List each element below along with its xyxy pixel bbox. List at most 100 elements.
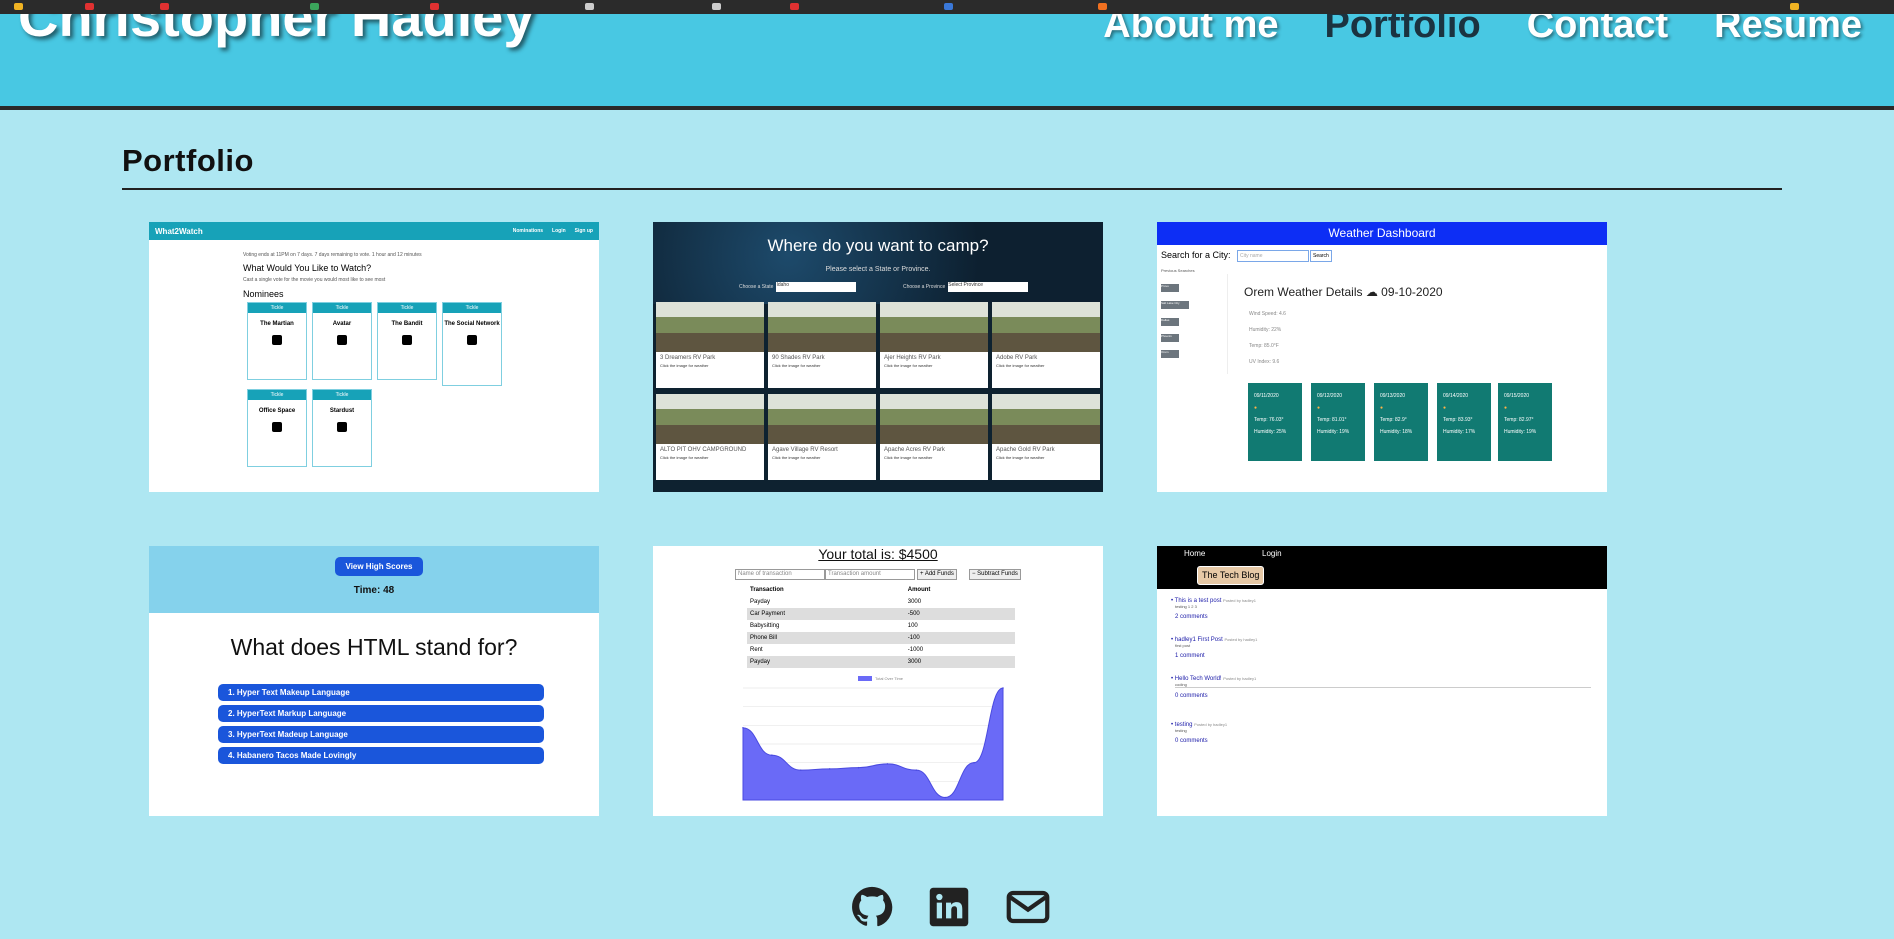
forecast-card: 09/13/2020 ● Temp: 82.9° Humidity: 18%	[1374, 383, 1428, 461]
nominee-card: Tickle Stardust	[312, 389, 372, 467]
quiz-timer: Time: 48	[353, 585, 395, 596]
w2w-nominees-label: Nominees	[243, 289, 284, 299]
budget-area-chart	[742, 687, 1004, 801]
camp-tile: Apache Acres RV Park Click the image for …	[880, 394, 988, 480]
vote-icon	[402, 335, 412, 345]
view-high-scores-button: View High Scores	[335, 557, 423, 576]
project-techblog-thumbnail[interactable]: Home Login The Tech Blog • This is a tes…	[1157, 546, 1607, 816]
chart-point	[886, 763, 889, 765]
weather-details-title: Orem Weather Details ☁ 09-10-2020	[1244, 285, 1443, 299]
table-row: Payday 3000	[747, 656, 1015, 668]
vote-icon	[272, 335, 282, 345]
history-button: Provo	[1161, 284, 1179, 292]
chart-legend: Total Over Time	[858, 676, 903, 681]
linkedin-icon[interactable]	[928, 886, 970, 928]
transactions-table: Transaction Amount Payday 3000 Car Payment…	[747, 584, 1015, 668]
forecast-card: 09/11/2020 ● Temp: 76.03° Humidity: 25%	[1248, 383, 1302, 461]
cloud-icon: ☁	[1365, 285, 1378, 299]
table-row: Payday 3000	[750, 599, 922, 605]
blog-header: Home Login The Tech Blog	[1157, 546, 1607, 589]
nominee-card: Tickle Avatar	[312, 302, 372, 380]
nominee-card: Tickle The Bandit	[377, 302, 437, 380]
blog-post: • Hello Tech World! Posted by hadley1 cod…	[1171, 676, 1591, 699]
table-row: Phone Bill -100	[747, 632, 1015, 644]
nominee-card: Tickle The Social Network	[442, 302, 502, 386]
table-row: Babysitting 100	[750, 623, 918, 629]
vote-icon	[337, 335, 347, 345]
blog-nav-home: Home	[1184, 549, 1206, 558]
chart-point	[1002, 687, 1004, 689]
camp-state-select: Choose a State Idaho	[739, 282, 857, 292]
subtract-funds-button: − Subtract Funds	[969, 569, 1021, 580]
vote-icon	[467, 335, 477, 345]
quiz-answer: 2. HyperText Markup Language	[218, 705, 544, 722]
w2w-brand: What2Watch	[155, 226, 203, 236]
add-funds-button: + Add Funds	[917, 569, 957, 580]
nav-contact[interactable]: Contact	[1527, 14, 1668, 47]
project-what2watch-thumbnail[interactable]: What2Watch Nominations Login Sign up Votin…	[149, 222, 599, 492]
history-button: Dallas	[1161, 318, 1179, 326]
nominee-card: Tickle Office Space	[247, 389, 307, 467]
camp-tile: Adobe RV Park Click the image for weather	[992, 302, 1100, 388]
w2w-nav-nominations: Nominations	[512, 228, 544, 234]
history-button: Salt Lake City	[1161, 301, 1189, 309]
forecast-card: 09/12/2020 ● Temp: 81.01° Humidity: 19%	[1311, 383, 1365, 461]
vote-icon	[337, 422, 347, 432]
blog-logo: The Tech Blog	[1197, 566, 1265, 585]
w2w-heading: What Would You Like to Watch?	[243, 263, 372, 273]
camp-tile: Ajer Heights RV Park Click the image for …	[880, 302, 988, 388]
blog-post: • hadley1 First Post Posted by hadley1 fi…	[1171, 637, 1258, 659]
envelope-icon[interactable]	[1005, 886, 1051, 928]
sun-icon: ●	[1380, 405, 1384, 411]
table-header-row: Transaction Amount	[750, 587, 931, 593]
quiz-question: What does HTML stand for?	[230, 634, 518, 660]
weather-stat: Humidity: 22%	[1249, 327, 1282, 333]
legend-swatch	[858, 676, 872, 681]
site-name[interactable]: Christopher Hadley	[18, 14, 535, 49]
forecast-card: 09/15/2020 ● Temp: 82.97° Humidity: 19%	[1498, 383, 1552, 461]
nav-resume[interactable]: Resume	[1714, 14, 1862, 47]
project-weather-thumbnail[interactable]: Weather Dashboard Search for a City: Cit…	[1157, 222, 1607, 492]
nominee-card: Tickle The Martian	[247, 302, 307, 380]
history-button: Orem	[1161, 350, 1179, 358]
sun-icon: ●	[1317, 405, 1321, 411]
w2w-intro: Voting ends at 11PM on 7 days. 7 days re…	[243, 252, 422, 258]
blog-nav-login: Login	[1262, 549, 1282, 558]
chart-point	[915, 769, 918, 771]
browser-bookmark-strip	[0, 0, 1894, 14]
camp-question: Where do you want to camp?	[767, 236, 989, 255]
forecast-card: 09/14/2020 ● Temp: 83.93° Humidity: 17%	[1437, 383, 1491, 461]
chart-point	[799, 769, 802, 771]
weather-stat: Wind Speed: 4.6	[1249, 311, 1286, 317]
weather-search-label: Search for a City:	[1161, 250, 1231, 260]
weather-search-input: City name	[1237, 250, 1309, 262]
camp-prompt: Please select a State or Province.	[825, 266, 931, 273]
w2w-nav-signup: Sign up	[574, 228, 593, 234]
camp-tile: 3 Dreamers RV Park Click the image for we…	[656, 302, 764, 388]
github-icon[interactable]	[850, 886, 894, 928]
blog-post: • testing Posted by hadley1 testing 0 comm…	[1171, 722, 1228, 744]
history-button: Phoenix	[1161, 334, 1179, 342]
weather-title-bar: Weather Dashboard	[1157, 222, 1607, 245]
weather-previous-label: Previous Searches	[1161, 268, 1195, 273]
budget-total: Your total is: $4500	[818, 546, 938, 562]
project-campsite-thumbnail[interactable]: Where do you want to camp? Please select…	[653, 222, 1103, 492]
camp-tile: Apache Gold RV Park Click the image for w…	[992, 394, 1100, 480]
chart-point	[742, 727, 744, 729]
camp-tile: Agave Village RV Resort Click the image f…	[768, 394, 876, 480]
chart-point	[944, 796, 947, 799]
nav-about-me[interactable]: About me	[1103, 14, 1278, 47]
project-budget-thumbnail[interactable]: Your total is: $4500 Name of transaction…	[653, 546, 1103, 816]
sun-icon: ●	[1504, 405, 1508, 411]
camp-tile: 90 Shades RV Park Click the image for wea…	[768, 302, 876, 388]
quiz-header: View High Scores Time: 48	[149, 546, 599, 613]
project-quiz-thumbnail[interactable]: View High Scores Time: 48 What does HTML…	[149, 546, 599, 816]
blog-post: • This is a test post Posted by hadley1 t…	[1171, 598, 1256, 620]
w2w-nav-login: Login	[552, 228, 566, 234]
weather-stat: UV Index: 9.6	[1249, 359, 1280, 365]
weather-stat: Temp: 85.0°F	[1249, 343, 1279, 349]
nav-portfolio[interactable]: Portfolio	[1325, 14, 1481, 47]
weather-search-button: Search	[1310, 250, 1332, 262]
sun-icon: ●	[1254, 405, 1258, 411]
chart-point	[828, 768, 831, 770]
